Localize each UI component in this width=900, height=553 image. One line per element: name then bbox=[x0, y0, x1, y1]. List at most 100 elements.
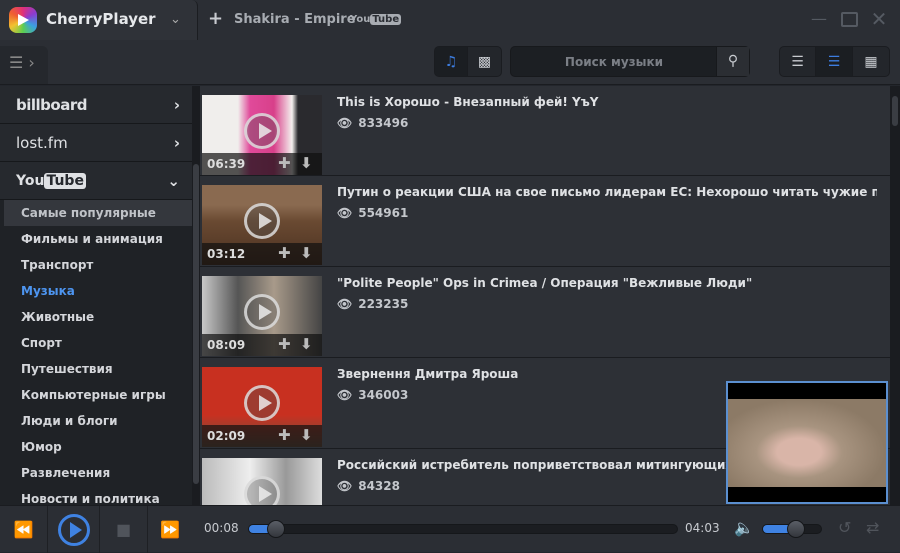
video-title[interactable]: "Polite People" Ops in Crimea / Операция… bbox=[337, 276, 877, 290]
chevron-right-icon: › bbox=[173, 133, 180, 152]
duration: 06:39 bbox=[207, 157, 246, 171]
next-icon[interactable]: ⏩ bbox=[148, 506, 192, 553]
chevron-down-icon[interactable]: ⌄ bbox=[170, 12, 181, 27]
grid-view-icon[interactable]: ▦ bbox=[853, 47, 889, 76]
download-icon[interactable]: ⬇ bbox=[300, 154, 313, 172]
add-to-playlist-icon[interactable]: ✚ bbox=[278, 244, 291, 262]
thumbnail-bar: 02:09 ✚ ⬇ bbox=[202, 425, 322, 447]
category-item[interactable]: Люди и блоги bbox=[0, 408, 192, 434]
category-item[interactable]: Животные bbox=[0, 304, 192, 330]
video-thumbnail[interactable]: 02:09 ✚ ⬇ bbox=[202, 367, 322, 447]
views-value: 84328 bbox=[358, 479, 400, 493]
category-item[interactable]: Новости и политика bbox=[0, 486, 192, 505]
video-frame bbox=[728, 399, 886, 487]
add-to-playlist-icon[interactable]: ✚ bbox=[278, 426, 291, 444]
search-input[interactable] bbox=[511, 47, 717, 76]
youtube-logo: You Tube bbox=[16, 172, 86, 189]
views-value: 223235 bbox=[358, 297, 409, 311]
video-thumbnail[interactable]: 08:09 ✚ ⬇ bbox=[202, 276, 322, 356]
category-item[interactable]: Юмор bbox=[0, 434, 192, 460]
repeat-icon[interactable]: ↺ bbox=[838, 518, 851, 537]
list-view-icon[interactable]: ☰ bbox=[780, 47, 816, 76]
video-row[interactable]: 06:39 ✚ ⬇ This is Хорошо - Внезапный фей! … bbox=[200, 86, 890, 176]
add-to-playlist-icon[interactable]: ✚ bbox=[278, 335, 291, 353]
sidebar-scrollbar[interactable] bbox=[192, 86, 200, 505]
volume-icon[interactable]: 🔈 bbox=[734, 518, 754, 537]
app-menu-tab[interactable]: CherryPlayer ⌄ bbox=[0, 0, 198, 40]
search-icon[interactable]: ⚲ bbox=[716, 47, 749, 76]
total-time: 04:03 bbox=[685, 521, 720, 535]
view-count: 👁 346003 bbox=[337, 388, 408, 402]
close-icon[interactable]: ✕ bbox=[870, 9, 888, 29]
eye-icon: 👁 bbox=[337, 297, 353, 311]
video-thumbnail[interactable]: 03:12 ✚ ⬇ bbox=[202, 185, 322, 265]
download-icon[interactable]: ⬇ bbox=[300, 244, 313, 262]
provider-billboard[interactable]: billboard › bbox=[0, 86, 192, 124]
add-to-playlist-icon[interactable]: ✚ bbox=[278, 154, 291, 172]
player-controls: ⏪ ■ ⏩ 00:08 04:03 🔈 ↺ ⇄ bbox=[0, 505, 900, 553]
thumbnail-bar: 06:39 ✚ ⬇ bbox=[202, 153, 322, 175]
play-overlay-icon[interactable] bbox=[244, 113, 280, 149]
category-item[interactable]: Фильмы и анимация bbox=[0, 226, 192, 252]
video-thumbnail[interactable] bbox=[202, 458, 322, 505]
views-value: 554961 bbox=[358, 206, 409, 220]
add-tab-icon[interactable]: + bbox=[208, 8, 223, 29]
previous-icon[interactable]: ⏪ bbox=[0, 506, 48, 553]
minimize-icon[interactable]: — bbox=[810, 10, 828, 28]
eye-icon: 👁 bbox=[337, 116, 353, 130]
yt-you: You bbox=[16, 172, 45, 189]
category-item[interactable]: Развлечения bbox=[0, 460, 192, 486]
category-item[interactable]: Компьютерные игры bbox=[0, 382, 192, 408]
views-value: 833496 bbox=[358, 116, 409, 130]
play-icon bbox=[57, 513, 90, 546]
eye-icon: 👁 bbox=[337, 479, 353, 493]
play-overlay-icon[interactable] bbox=[244, 294, 280, 330]
video-preview[interactable] bbox=[726, 381, 888, 504]
download-icon[interactable]: ⬇ bbox=[300, 335, 313, 353]
chevron-right-icon: › bbox=[173, 95, 180, 114]
sidebar-toggle-button[interactable]: ☰ › bbox=[0, 46, 48, 84]
provider-label: lost.fm bbox=[16, 133, 68, 152]
list-scrollbar-thumb[interactable] bbox=[892, 96, 898, 126]
maximize-icon[interactable] bbox=[841, 12, 858, 27]
shuffle-icon[interactable]: ⇄ bbox=[866, 518, 879, 537]
view-toggle: ☰ ☰ ▦ bbox=[779, 46, 890, 77]
category-item[interactable]: Музыка bbox=[0, 278, 192, 304]
view-count: 👁 554961 bbox=[337, 206, 408, 220]
eye-icon: 👁 bbox=[337, 206, 353, 220]
yt-tube: Tube bbox=[44, 172, 86, 189]
views-value: 346003 bbox=[358, 388, 409, 402]
category-item[interactable]: Спорт bbox=[0, 330, 192, 356]
provider-youtube[interactable]: You Tube ⌄ bbox=[0, 162, 192, 200]
provider-lastfm[interactable]: lost.fm › bbox=[0, 124, 192, 162]
sidebar-scrollbar-thumb[interactable] bbox=[193, 164, 199, 484]
seek-handle[interactable] bbox=[267, 520, 286, 538]
now-playing-tab[interactable]: Shakira - Empire bbox=[234, 12, 356, 27]
play-overlay-icon[interactable] bbox=[244, 385, 280, 421]
video-title[interactable]: Путин о реакции США на свое письмо лидер… bbox=[337, 185, 877, 199]
download-icon[interactable]: ⬇ bbox=[300, 426, 313, 444]
stop-icon[interactable]: ■ bbox=[100, 506, 148, 553]
seek-bar[interactable] bbox=[248, 520, 678, 538]
list-scrollbar[interactable] bbox=[890, 86, 900, 505]
play-overlay-icon[interactable] bbox=[244, 476, 280, 505]
volume-slider[interactable] bbox=[762, 520, 822, 538]
category-item[interactable]: Путешествия bbox=[0, 356, 192, 382]
music-mode-icon[interactable]: ♫ bbox=[435, 47, 468, 76]
yt-tube: Tube bbox=[370, 14, 402, 25]
detailed-list-view-icon[interactable]: ☰ bbox=[816, 47, 853, 76]
volume-handle[interactable] bbox=[787, 520, 805, 538]
video-thumbnail[interactable]: 06:39 ✚ ⬇ bbox=[202, 95, 322, 175]
play-overlay-icon[interactable] bbox=[244, 203, 280, 239]
view-count: 👁 223235 bbox=[337, 297, 408, 311]
category-item[interactable]: Самые популярные bbox=[4, 200, 192, 226]
video-mode-icon[interactable]: ▩ bbox=[468, 47, 501, 76]
play-button[interactable] bbox=[48, 506, 100, 553]
eye-icon: 👁 bbox=[337, 388, 353, 402]
video-title[interactable]: This is Хорошо - Внезапный фей! YъY bbox=[337, 95, 877, 109]
category-item[interactable]: Транспорт bbox=[0, 252, 192, 278]
video-row[interactable]: 03:12 ✚ ⬇ Путин о реакции США на свое пись… bbox=[200, 176, 890, 267]
sidebar: billboard › lost.fm › You Tube ⌄ Самые попул… bbox=[0, 86, 192, 505]
video-title[interactable]: Звернення Дмитра Яроша bbox=[337, 367, 877, 381]
video-row[interactable]: 08:09 ✚ ⬇ "Polite People" Ops in Crimea / … bbox=[200, 267, 890, 358]
